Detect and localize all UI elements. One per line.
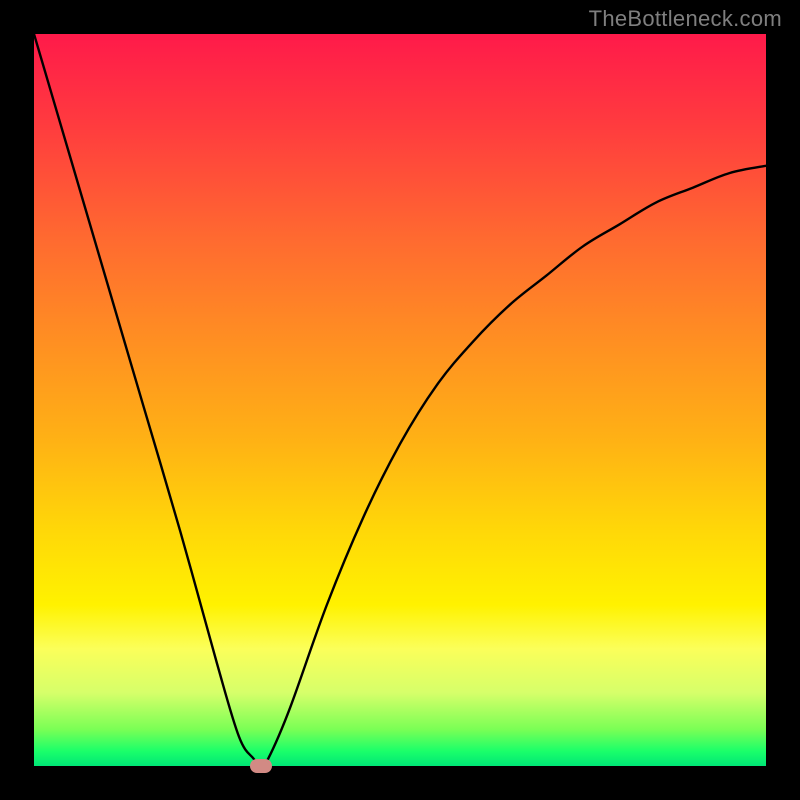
bottleneck-curve [34, 34, 766, 766]
chart-container: TheBottleneck.com [0, 0, 800, 800]
curve-path [34, 34, 766, 766]
watermark-text: TheBottleneck.com [589, 6, 782, 32]
plot-area [34, 34, 766, 766]
minimum-marker [250, 759, 272, 773]
